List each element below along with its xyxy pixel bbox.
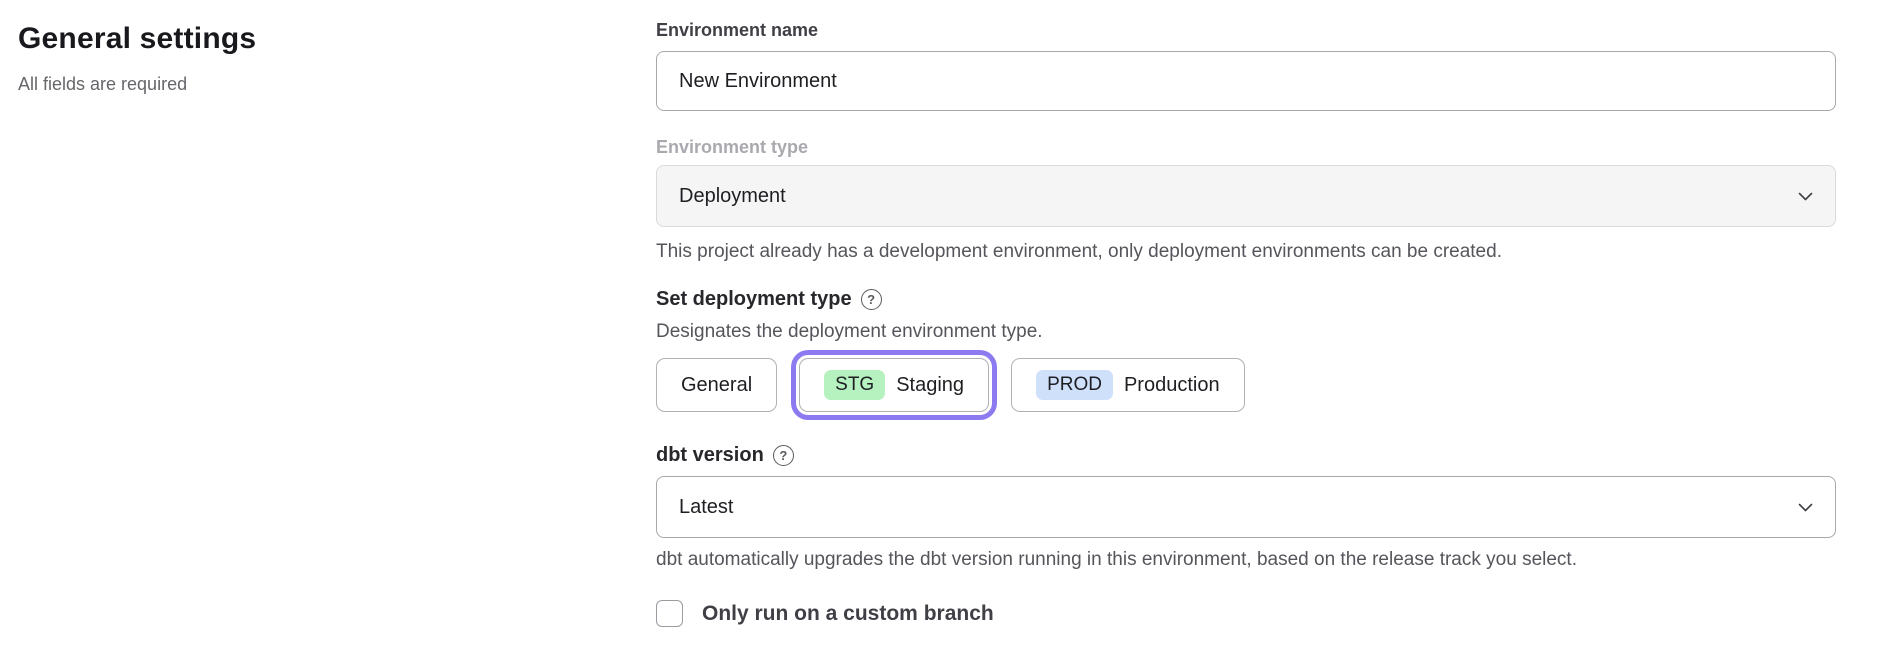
custom-branch-checkbox[interactable] bbox=[656, 600, 683, 627]
page-title: General settings bbox=[18, 22, 656, 56]
environment-type-helper: This project already has a development e… bbox=[656, 240, 1836, 264]
dbt-version-select[interactable]: Latest bbox=[656, 476, 1836, 538]
deployment-type-staging-button[interactable]: STG Staging bbox=[799, 358, 989, 412]
deployment-type-options: General STG Staging PROD Production bbox=[656, 358, 1836, 412]
chevron-down-icon bbox=[1798, 503, 1813, 512]
environment-type-label: Environment type bbox=[656, 135, 1836, 159]
deployment-type-general-button[interactable]: General bbox=[656, 358, 777, 412]
help-icon[interactable]: ? bbox=[773, 445, 794, 466]
general-settings-page: General settings All fields are required… bbox=[0, 0, 1888, 627]
environment-name-label: Environment name bbox=[656, 18, 1836, 42]
custom-branch-row: Only run on a custom branch bbox=[656, 600, 1836, 627]
page-subtitle: All fields are required bbox=[18, 74, 656, 95]
environment-type-value: Deployment bbox=[679, 185, 786, 208]
staging-badge: STG bbox=[824, 370, 885, 401]
deployment-type-general-label: General bbox=[681, 374, 752, 397]
environment-type-select[interactable]: Deployment bbox=[656, 165, 1836, 227]
production-badge: PROD bbox=[1036, 370, 1113, 401]
section-intro: General settings All fields are required bbox=[0, 0, 656, 627]
deployment-type-production-button[interactable]: PROD Production bbox=[1011, 358, 1245, 412]
dbt-version-heading-row: dbt version ? bbox=[656, 442, 1836, 468]
dbt-version-value: Latest bbox=[679, 496, 733, 519]
deployment-type-production-label: Production bbox=[1124, 374, 1220, 397]
deployment-type-heading: Set deployment type bbox=[656, 286, 852, 312]
environment-form: Environment name Environment type Deploy… bbox=[656, 0, 1836, 627]
dbt-version-helper: dbt automatically upgrades the dbt versi… bbox=[656, 548, 1836, 572]
deployment-type-helper: Designates the deployment environment ty… bbox=[656, 320, 1836, 344]
dbt-version-heading: dbt version bbox=[656, 442, 764, 468]
deployment-type-heading-row: Set deployment type ? bbox=[656, 286, 1836, 312]
environment-name-input[interactable] bbox=[656, 51, 1836, 111]
help-icon[interactable]: ? bbox=[861, 289, 882, 310]
deployment-type-staging-label: Staging bbox=[896, 374, 964, 397]
custom-branch-label[interactable]: Only run on a custom branch bbox=[702, 602, 994, 626]
chevron-down-icon bbox=[1798, 192, 1813, 201]
